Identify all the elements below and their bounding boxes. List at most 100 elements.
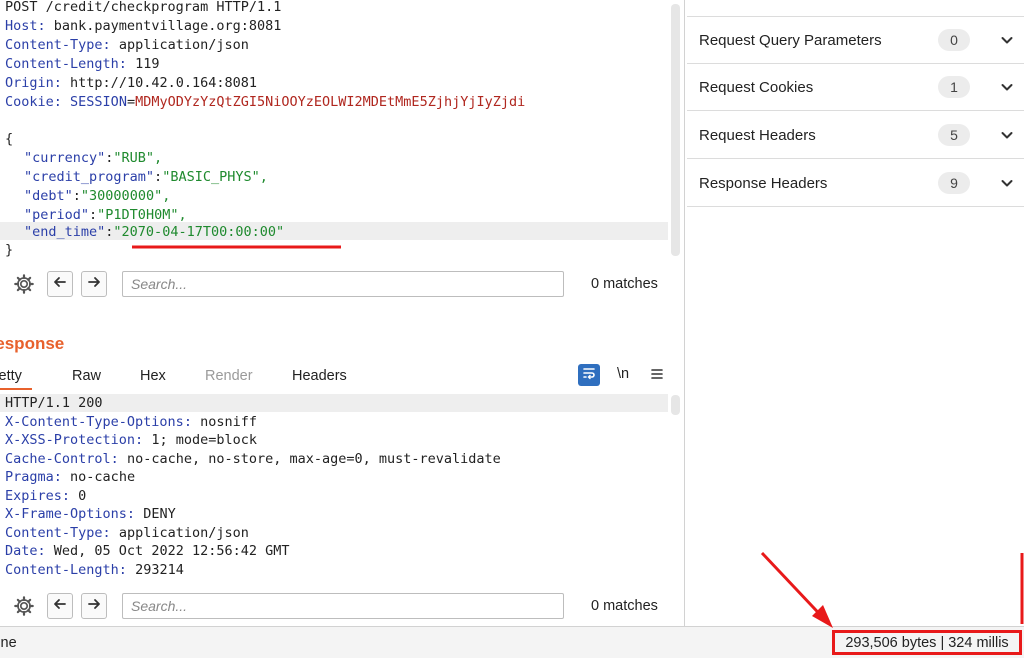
cookie-value: MDMyODYzYzQtZGI5NiOOYzEOLWI2MDEtMmE5Zjhj… (135, 94, 526, 110)
header-name: Host (5, 18, 38, 34)
json-line: "period":"P1DT0H0M", (24, 207, 187, 223)
inspector-row-query-parameters[interactable]: Request Query Parameters 0 (687, 17, 1024, 64)
status-line: HTTP/1.1 200 (5, 395, 103, 411)
inspector-row-label: Request Query Parameters (699, 31, 882, 49)
header-line: Content-Type: application/json (5, 37, 249, 53)
request-search-bar: 0 matches (0, 264, 684, 304)
header-value: application/json (118, 37, 249, 53)
show-newlines-toggle[interactable]: \n (617, 366, 629, 382)
match-count: 0 matches (591, 276, 658, 292)
header-line: Cache-Control: no-cache, no-store, max-a… (5, 451, 501, 467)
header-name: Cookie (5, 94, 54, 110)
menu-icon[interactable] (650, 367, 664, 386)
status-bar: Done 293,506 bytes | 324 millis (0, 626, 1024, 658)
json-key: "end_time" (24, 224, 106, 240)
header-value: no-cache (70, 469, 136, 485)
next-match-button[interactable] (81, 593, 107, 619)
tab-pretty[interactable]: Pretty (0, 368, 32, 390)
json-line: "currency":"RUB", (24, 150, 163, 166)
header-name: X-XSS-Protection (5, 432, 136, 448)
json-line: "end_time":"2070-04-17T00:00:00" (24, 224, 285, 240)
tab-hex[interactable]: Hex (140, 368, 166, 384)
gear-icon[interactable] (11, 271, 37, 297)
header-value: no-cache, no-store, max-age=0, must-reva… (126, 451, 501, 467)
header-line: Content-Type: application/json (5, 525, 249, 541)
header-name: Content-Length (5, 562, 119, 578)
request-scrollbar[interactable] (671, 4, 680, 256)
request-line: POST /credit/checkprogram HTTP/1.1 (5, 0, 282, 15)
word-wrap-toggle[interactable] (578, 364, 600, 386)
response-search-bar: 0 matches (0, 586, 684, 626)
request-search-input[interactable] (122, 271, 564, 297)
header-value: 0 (78, 488, 87, 504)
header-line: Pragma: no-cache (5, 469, 136, 485)
inspector-row-cookies[interactable]: Request Cookies 1 (687, 64, 1024, 111)
tab-render[interactable]: Render (205, 368, 253, 384)
response-size-timing: 293,506 bytes | 324 millis (832, 630, 1022, 655)
json-key: "currency" (24, 150, 106, 166)
inspector-panel: Request Query Parameters 0 Request Cooki… (687, 0, 1024, 626)
header-name: Cache-Control (5, 451, 111, 467)
json-key: "credit_program" (24, 169, 155, 185)
response-tabs: Pretty Raw Hex Render Headers \n (0, 364, 684, 392)
json-value: "2070-04-17T00:00:00" (113, 224, 285, 240)
chevron-down-icon[interactable] (998, 78, 1016, 96)
arrow-right-icon (87, 275, 101, 294)
header-value: bank.paymentvillage.org:8081 (53, 18, 282, 34)
inspector-row-label: Response Headers (699, 174, 828, 192)
json-value: "30000000", (80, 188, 171, 204)
inspector-row-partial[interactable] (687, 0, 1024, 17)
word-wrap-icon (582, 366, 596, 385)
header-name: X-Content-Type-Options (5, 414, 184, 430)
inspector-row-request-headers[interactable]: Request Headers 5 (687, 112, 1024, 159)
header-line: Date: Wed, 05 Oct 2022 12:56:42 GMT (5, 543, 290, 559)
request-editor[interactable]: POST /credit/checkprogram HTTP/1.1 Host:… (0, 0, 684, 264)
arrow-right-icon (87, 597, 101, 616)
next-match-button[interactable] (81, 271, 107, 297)
pane-divider[interactable] (684, 0, 685, 626)
json-line: "credit_program":"BASIC_PHYS", (24, 169, 268, 185)
header-value: Wed, 05 Oct 2022 12:56:42 GMT (53, 543, 290, 559)
header-value: nosniff (200, 414, 257, 430)
json-value: "RUB", (113, 150, 163, 166)
previous-match-button[interactable] (47, 271, 73, 297)
count-badge: 5 (938, 124, 970, 146)
inspector-row-response-headers[interactable]: Response Headers 9 (687, 160, 1024, 207)
count-badge: 0 (938, 29, 970, 51)
header-name: Content-Type (5, 37, 103, 53)
header-name: X-Frame-Options (5, 506, 127, 522)
previous-match-button[interactable] (47, 593, 73, 619)
header-name: Origin (5, 75, 54, 91)
json-key: "period" (24, 207, 90, 223)
chevron-down-icon[interactable] (998, 126, 1016, 144)
header-name: Expires (5, 488, 62, 504)
chevron-down-icon[interactable] (998, 174, 1016, 192)
header-line: X-XSS-Protection: 1; mode=block (5, 432, 257, 448)
response-scrollbar[interactable] (671, 395, 680, 415)
chevron-down-icon[interactable] (998, 31, 1016, 49)
json-value: "P1DT0H0M", (97, 207, 187, 223)
response-title: Response (0, 334, 65, 353)
header-value: http://10.42.0.164:8081 (70, 75, 257, 91)
response-search-input[interactable] (122, 593, 564, 619)
inspector-row-label: Request Headers (699, 126, 816, 144)
json-key: "debt" (24, 188, 73, 204)
header-name: Date (5, 543, 38, 559)
header-name: Content-Length (5, 56, 119, 72)
header-line: X-Frame-Options: DENY (5, 506, 176, 522)
header-line: Content-Length: 119 (5, 56, 160, 72)
count-badge: 1 (938, 76, 970, 98)
response-viewer[interactable]: HTTP/1.1 200 X-Content-Type-Options: nos… (0, 393, 684, 583)
header-name: Pragma (5, 469, 54, 485)
tab-headers[interactable]: Headers (292, 368, 347, 384)
json-brace: { (5, 131, 14, 147)
json-value: "BASIC_PHYS", (162, 169, 268, 185)
header-value: 293214 (135, 562, 184, 578)
tab-raw[interactable]: Raw (72, 368, 101, 384)
gear-icon[interactable] (11, 593, 37, 619)
header-line: Origin: http://10.42.0.164:8081 (5, 75, 257, 91)
header-line: Host: bank.paymentvillage.org:8081 (5, 18, 282, 34)
header-value: 1; mode=block (151, 432, 257, 448)
header-line: Expires: 0 (5, 488, 87, 504)
cookie-line: Cookie: SESSION=MDMyODYzYzQtZGI5NiOOYzEO… (5, 94, 526, 110)
